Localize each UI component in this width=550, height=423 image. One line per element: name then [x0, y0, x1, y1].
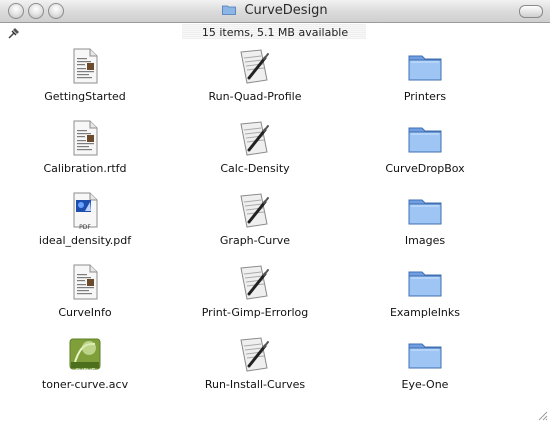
pdf-document-icon[interactable]: PDF	[65, 190, 105, 231]
file-name: CurveDropBox	[385, 162, 465, 175]
status-bar: 15 items, 5.1 MB available	[0, 23, 550, 41]
file-name: toner-curve.acv	[41, 378, 129, 391]
file-item[interactable]: Run-Install-Curves	[170, 334, 340, 391]
folder-icon[interactable]	[405, 190, 445, 230]
file-name: Images	[404, 234, 446, 247]
rtf-document-icon[interactable]	[65, 118, 105, 158]
file-name: Print-Gimp-Errorlog	[201, 306, 309, 319]
file-item[interactable]: ExampleInks	[340, 262, 510, 319]
script-icon[interactable]	[235, 190, 275, 230]
script-icon[interactable]	[235, 334, 275, 374]
folder-icon[interactable]	[405, 334, 445, 374]
file-name: GettingStarted	[44, 90, 126, 103]
file-name: Printers	[403, 90, 447, 103]
script-icon[interactable]	[235, 46, 275, 86]
file-name: Calibration.rtfd	[43, 162, 127, 175]
script-icon[interactable]	[235, 118, 275, 158]
file-item[interactable]: Run-Quad-Profile	[170, 46, 340, 103]
script-icon[interactable]	[235, 262, 275, 302]
finder-window: CurveDesign 15 items, 5.1 MB available G…	[0, 0, 550, 423]
file-item[interactable]: Calc-Density	[170, 118, 340, 175]
file-item[interactable]: GettingStarted	[0, 46, 170, 103]
status-text: 15 items, 5.1 MB available	[201, 26, 349, 39]
file-item[interactable]: Printers	[340, 46, 510, 103]
file-name: Graph-Curve	[219, 234, 291, 247]
file-item[interactable]: CURVE toner-curve.acv	[0, 334, 170, 391]
file-name: Run-Install-Curves	[204, 378, 306, 391]
toolbar-toggle-button[interactable]	[519, 5, 543, 18]
rtf-document-icon[interactable]	[65, 262, 105, 302]
file-item[interactable]: Graph-Curve	[170, 190, 340, 247]
folder-icon[interactable]	[405, 262, 445, 302]
title-bar[interactable]: CurveDesign	[0, 0, 550, 23]
file-item[interactable]: CurveInfo	[0, 262, 170, 319]
folder-icon[interactable]	[405, 118, 445, 158]
icon-grid: GettingStarted Run-Quad-Profile Printers	[0, 46, 550, 406]
resize-grip-icon[interactable]	[536, 409, 548, 421]
file-name: Run-Quad-Profile	[208, 90, 302, 103]
file-item[interactable]: Calibration.rtfd	[0, 118, 170, 175]
file-item[interactable]: CurveDropBox	[340, 118, 510, 175]
file-item[interactable]: Images	[340, 190, 510, 247]
folder-icon	[222, 5, 237, 15]
file-name: Calc-Density	[220, 162, 290, 175]
file-item[interactable]: PDF ideal_density.pdf	[0, 190, 170, 247]
rtf-document-icon[interactable]	[65, 46, 105, 86]
file-name: ExampleInks	[389, 306, 461, 319]
window-title: CurveDesign	[0, 3, 550, 18]
file-name: CurveInfo	[58, 306, 112, 319]
file-item[interactable]: Eye-One	[340, 334, 510, 391]
curve-file-icon[interactable]: CURVE	[65, 334, 105, 375]
folder-icon[interactable]	[405, 46, 445, 86]
file-name: ideal_density.pdf	[38, 234, 132, 247]
file-item[interactable]: Print-Gimp-Errorlog	[170, 262, 340, 319]
window-title-text: CurveDesign	[244, 3, 328, 18]
file-name: Eye-One	[401, 378, 449, 391]
